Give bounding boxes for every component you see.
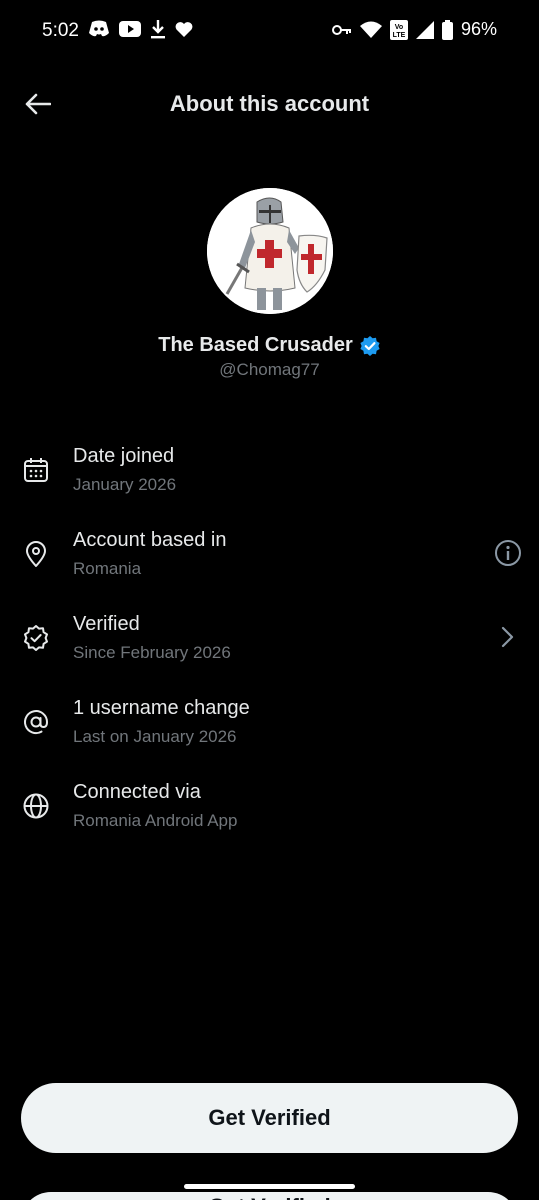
- info-row-date-joined: Date joined January 2026: [0, 438, 539, 522]
- ghost-get-verified-strip: Get Verified: [21, 1192, 518, 1200]
- handle: @Chomag77: [219, 360, 320, 379]
- account-location-info-button[interactable]: [493, 538, 523, 568]
- info-row-account-based-in: Account based in Romania: [0, 522, 539, 606]
- verified-details-chevron[interactable]: [493, 622, 523, 652]
- signal-icon: [415, 20, 434, 39]
- status-bar: 5:02 Vo LTE 96%: [0, 0, 539, 64]
- info-label: Account based in: [73, 529, 227, 551]
- account-info-list: Date joined January 2026 Account based i…: [0, 438, 539, 858]
- info-row-connected-via: Connected via Romania Android App: [0, 774, 539, 858]
- wifi-icon: [359, 21, 382, 38]
- svg-text:Vo: Vo: [395, 24, 403, 31]
- get-verified-button[interactable]: Get Verified: [21, 1083, 518, 1153]
- youtube-icon: [119, 21, 141, 37]
- display-name: The Based Crusader: [158, 334, 353, 356]
- ghost-button-bg: Get Verified: [21, 1192, 518, 1200]
- info-label: Date joined: [73, 445, 175, 467]
- verified-badge-icon: [24, 625, 48, 651]
- info-value: Since February 2026: [73, 643, 231, 662]
- info-value: Romania Android App: [73, 811, 238, 830]
- download-icon: [151, 20, 165, 39]
- ghost-button-label: Get Verified: [21, 1194, 518, 1200]
- calendar-icon: [24, 458, 48, 482]
- battery-percent: 96%: [460, 19, 497, 39]
- crusader-knight-avatar-image: [207, 188, 333, 314]
- status-time: 5:02: [42, 20, 79, 41]
- info-row-username-changes: 1 username change Last on January 2026: [0, 690, 539, 774]
- info-circle-icon: [495, 540, 521, 566]
- avatar[interactable]: [207, 188, 333, 314]
- notification-icons: [88, 19, 193, 39]
- location-pin-icon: [26, 541, 46, 567]
- info-label: 1 username change: [73, 697, 250, 719]
- info-row-verified[interactable]: Verified Since February 2026: [0, 606, 539, 690]
- at-sign-icon: [24, 710, 49, 735]
- volte-icon: VoLTE: [389, 19, 408, 40]
- verified-blue-check-icon: [360, 335, 380, 356]
- chevron-right-icon: [501, 626, 514, 648]
- system-icons: Vo LTE 96%: [331, 19, 497, 40]
- info-value: Last on January 2026: [73, 727, 237, 746]
- info-label: Verified: [73, 613, 140, 635]
- gesture-nav-handle[interactable]: [184, 1184, 355, 1189]
- heart-icon: [175, 21, 193, 37]
- battery-icon: [441, 19, 453, 40]
- info-value: January 2026: [73, 475, 177, 494]
- globe-icon: [23, 793, 49, 819]
- discord-icon: [89, 20, 109, 37]
- svg-text:LTE: LTE: [393, 32, 406, 39]
- info-label: Connected via: [73, 781, 201, 803]
- vpn-key-icon: [331, 24, 351, 35]
- info-value: Romania: [73, 559, 142, 578]
- page-title: About this account: [169, 91, 370, 116]
- top-app-bar: About this account: [0, 76, 539, 132]
- display-name-row: The Based Crusader: [0, 334, 539, 357]
